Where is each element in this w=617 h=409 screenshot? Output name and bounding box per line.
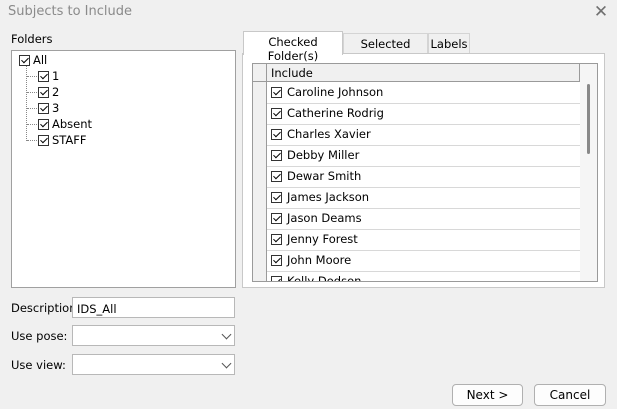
checkbox-icon[interactable] [271, 213, 282, 224]
checkbox-icon[interactable] [271, 234, 282, 245]
title-bar: Subjects to Include ✕ [0, 0, 617, 24]
use-pose-select[interactable] [72, 325, 235, 346]
tree-node[interactable]: Absent [38, 116, 92, 132]
subject-name: Caroline Johnson [287, 85, 384, 99]
checkbox-icon[interactable] [271, 108, 282, 119]
use-view-select[interactable] [72, 354, 235, 375]
vertical-scrollbar[interactable] [580, 64, 597, 281]
tree-connector [27, 92, 37, 93]
chevron-down-icon [221, 329, 232, 340]
row-header[interactable] [253, 145, 267, 166]
row-header-corner [253, 64, 267, 81]
checkbox-icon[interactable] [271, 150, 282, 161]
checkbox-icon[interactable] [38, 86, 49, 98]
tab-checked-folders[interactable]: Checked Folder(s) [243, 31, 343, 63]
checkbox-icon[interactable] [38, 118, 49, 130]
tree-connector [27, 124, 37, 125]
subject-name: Dewar Smith [287, 169, 362, 183]
tree-node-label: 1 [52, 69, 60, 83]
description-label: Description: [11, 301, 81, 315]
checkbox-icon[interactable] [271, 276, 282, 281]
subject-name: Jason Deams [287, 211, 362, 225]
subject-name: Charles Xavier [287, 127, 371, 141]
table-row[interactable]: Kelly Dodson [253, 271, 580, 282]
tree-node-all[interactable]: All [19, 52, 47, 68]
checkbox-icon[interactable] [271, 255, 282, 266]
subject-name: Jenny Forest [287, 232, 358, 246]
checkbox-icon[interactable] [271, 171, 282, 182]
tab-selected-folder[interactable]: Selected Folder [343, 33, 428, 65]
chevron-down-icon [221, 358, 232, 369]
window-title: Subjects to Include [8, 4, 133, 19]
tree-connector [27, 76, 37, 77]
row-header[interactable] [253, 103, 267, 124]
tab-panel: Include Caroline Johnson Catherine Rodrig… [242, 53, 605, 288]
row-header[interactable] [253, 271, 267, 281]
use-pose-label: Use pose: [11, 329, 68, 343]
folders-label: Folders [11, 32, 53, 46]
subject-name: Kelly Dodson [287, 274, 362, 282]
tree-connector [27, 140, 37, 141]
row-header[interactable] [253, 250, 267, 271]
description-value: IDS_All [77, 302, 117, 316]
subject-name: John Moore [287, 253, 352, 267]
checkbox-icon[interactable] [19, 54, 30, 66]
table-row[interactable]: John Moore [253, 250, 580, 272]
checkbox-icon[interactable] [38, 102, 49, 114]
table-row[interactable]: Debby Miller [253, 145, 580, 167]
tree-connector [27, 108, 37, 109]
table-row[interactable]: Charles Xavier [253, 124, 580, 146]
tree-node-label: 2 [52, 85, 60, 99]
scrollbar-thumb[interactable] [587, 84, 590, 154]
row-header[interactable] [253, 82, 267, 103]
table-row[interactable]: Dewar Smith [253, 166, 580, 188]
tab-labels[interactable]: Labels [428, 33, 470, 53]
row-header[interactable] [253, 229, 267, 250]
column-header-include[interactable]: Include [271, 66, 313, 80]
description-field[interactable]: IDS_All [72, 297, 235, 318]
tree-node-label: 3 [52, 101, 60, 115]
checkbox-icon[interactable] [271, 129, 282, 140]
next-button[interactable]: Next > [452, 384, 523, 406]
cancel-button[interactable]: Cancel [534, 384, 606, 406]
row-header[interactable] [253, 187, 267, 208]
row-header[interactable] [253, 208, 267, 229]
table-row[interactable]: Catherine Rodrig [253, 103, 580, 125]
table-row[interactable]: Jason Deams [253, 208, 580, 230]
checkbox-icon[interactable] [38, 134, 49, 146]
table-row[interactable]: James Jackson [253, 187, 580, 209]
row-header[interactable] [253, 166, 267, 187]
tree-node[interactable]: 1 [38, 68, 59, 84]
checkbox-icon[interactable] [271, 192, 282, 203]
use-view-label: Use view: [11, 358, 66, 372]
tree-node-label: STAFF [52, 133, 87, 147]
tree-node[interactable]: STAFF [38, 132, 87, 148]
row-header[interactable] [253, 124, 267, 145]
folder-tree[interactable]: All 1 2 3 Absent STAFF [11, 50, 236, 288]
table-row[interactable]: Caroline Johnson [253, 82, 580, 104]
tree-node[interactable]: 3 [38, 100, 59, 116]
include-grid[interactable]: Include Caroline Johnson Catherine Rodrig… [252, 63, 598, 282]
tree-node[interactable]: 2 [38, 84, 59, 100]
checkbox-icon[interactable] [271, 87, 282, 98]
tree-node-label: All [33, 53, 48, 67]
close-icon[interactable]: ✕ [590, 1, 612, 23]
subject-name: James Jackson [287, 190, 370, 204]
checkbox-icon[interactable] [38, 70, 49, 82]
subject-name: Debby Miller [287, 148, 360, 162]
grid-header: Include [253, 64, 580, 82]
tree-node-label: Absent [52, 117, 93, 131]
subject-name: Catherine Rodrig [287, 106, 384, 120]
table-row[interactable]: Jenny Forest [253, 229, 580, 251]
